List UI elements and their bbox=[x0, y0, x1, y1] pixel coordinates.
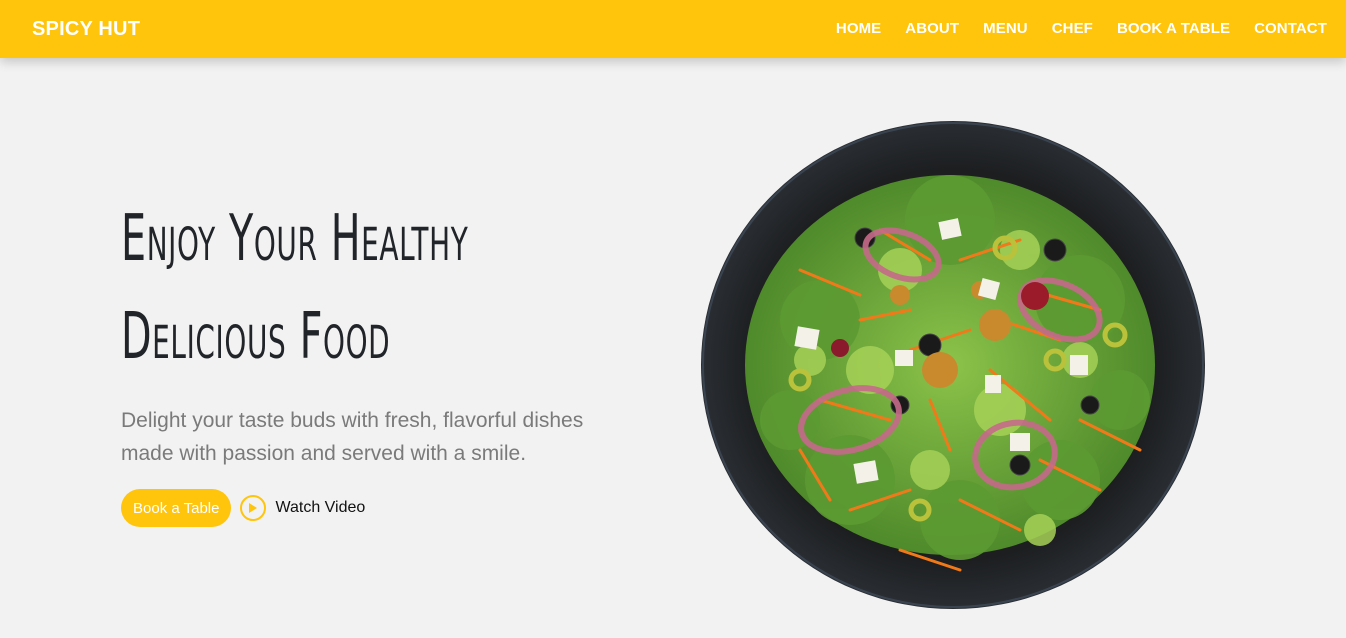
watch-video-link[interactable]: Watch Video bbox=[240, 495, 365, 521]
nav-link-home[interactable]: HOME bbox=[836, 20, 881, 37]
nav-menu: HOME ABOUT MENU CHEF BOOK A TABLE CONTAC… bbox=[812, 20, 1327, 38]
salad-plate-image bbox=[700, 120, 1206, 610]
hero-content: Enjoy Your Healthy Delicious Food Deligh… bbox=[121, 190, 681, 527]
hero-title-line-2: Delicious Food bbox=[121, 300, 391, 374]
nav-item: ABOUT bbox=[905, 20, 959, 38]
book-a-table-button[interactable]: Book a Table bbox=[121, 489, 232, 527]
navbar: SPICY HUT HOME ABOUT MENU CHEF BOOK A TA… bbox=[0, 0, 1346, 58]
nav-item: CHEF bbox=[1052, 20, 1093, 38]
nav-link-chef[interactable]: CHEF bbox=[1052, 20, 1093, 37]
nav-item: BOOK A TABLE bbox=[1117, 20, 1230, 38]
brand-logo[interactable]: SPICY HUT bbox=[32, 18, 140, 41]
nav-item: MENU bbox=[983, 20, 1028, 38]
nav-item: CONTACT bbox=[1254, 20, 1327, 38]
hero-title-line-1: Enjoy Your Healthy bbox=[121, 202, 469, 276]
hero-actions: Book a Table Watch Video bbox=[121, 489, 681, 527]
nav-link-contact[interactable]: CONTACT bbox=[1254, 20, 1327, 37]
hero-title: Enjoy Your Healthy Delicious Food bbox=[121, 190, 679, 386]
play-icon bbox=[240, 495, 267, 521]
hero-description: Delight your taste buds with fresh, flav… bbox=[121, 409, 584, 465]
nav-item: HOME bbox=[836, 20, 881, 38]
nav-link-about[interactable]: ABOUT bbox=[905, 20, 959, 37]
nav-link-book-a-table[interactable]: BOOK A TABLE bbox=[1117, 20, 1230, 37]
nav-link-menu[interactable]: MENU bbox=[983, 20, 1028, 37]
watch-video-label: Watch Video bbox=[275, 499, 366, 516]
